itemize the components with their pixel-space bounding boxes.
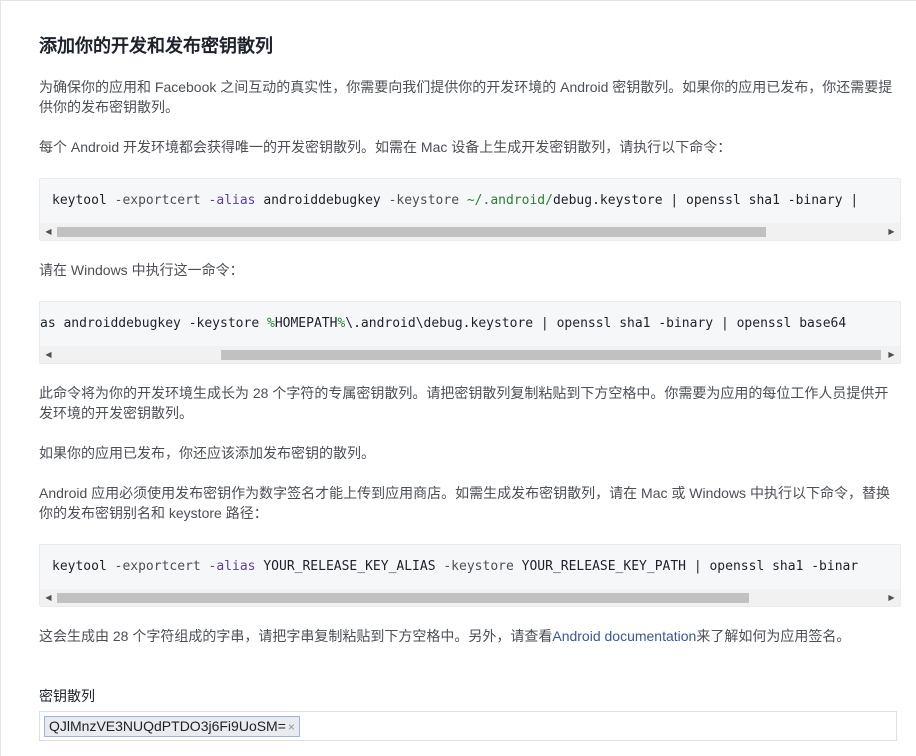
cmd-rest: YOUR_RELEASE_KEY_PATH | openssl sha1 -bi… bbox=[521, 559, 859, 574]
page-title: 添加你的开发和发布密钥散列 bbox=[39, 36, 273, 56]
cmd-exportcert: -exportcert bbox=[114, 193, 209, 208]
outro-before-link: 这会生成由 28 个字符组成的字串，请把字串复制粘贴到下方空格中。另外，请查看 bbox=[39, 628, 553, 644]
key-hashes-label: 密钥散列 bbox=[39, 688, 95, 704]
cmd-alias-value: androiddebugkey bbox=[263, 193, 389, 208]
cmd-homepath: HOMEPATH bbox=[274, 316, 338, 331]
scroll-left-icon[interactable]: ◀ bbox=[40, 223, 57, 240]
cmd-percent-open: % bbox=[266, 316, 275, 331]
outro-after-link: 来了解如何为应用签名。 bbox=[696, 628, 851, 644]
scroll-left-icon[interactable]: ◀ bbox=[40, 346, 57, 363]
cmd-keystore: -keystore bbox=[443, 559, 522, 574]
cmd-exportcert: -exportcert bbox=[114, 559, 209, 574]
windows-command-box[interactable]: as androiddebugkey -keystore %HOMEPATH%\… bbox=[39, 301, 901, 364]
cmd-path: ~/.android/ bbox=[466, 193, 553, 208]
cmd-alias-value: YOUR_RELEASE_KEY_ALIAS bbox=[263, 559, 444, 574]
intro-text: 为确保你的应用和 Facebook 之间互动的真实性，你需要向我们提供你的开发环… bbox=[39, 79, 893, 115]
android-documentation-link[interactable]: Android documentation bbox=[552, 628, 696, 644]
scroll-thumb[interactable] bbox=[221, 350, 881, 360]
release-note: 如果你的应用已发布，你还应该添加发布密钥的散列。 bbox=[39, 445, 375, 461]
mac-command-scrollbar[interactable]: ◀ ▶ bbox=[40, 223, 900, 240]
release-command-box[interactable]: keytool -exportcert -alias YOUR_RELEASE_… bbox=[39, 544, 901, 607]
release-command-scrollbar[interactable]: ◀ ▶ bbox=[40, 589, 900, 606]
key-hash-token[interactable]: QJlMnzVE3NUQdPTDO3j6Fi9UoSM= × bbox=[44, 716, 300, 737]
mac-command-text[interactable]: keytool -exportcert -alias androiddebugk… bbox=[52, 192, 858, 210]
outro-text: 这会生成由 28 个字符组成的字串，请把字串复制粘贴到下方空格中。另外，请查看A… bbox=[39, 626, 901, 646]
cmd-rest: \.android\debug.keystore | openssl sha1 … bbox=[345, 316, 847, 331]
cmd-prefix: as androiddebugkey -keystore bbox=[40, 316, 267, 331]
page: 添加你的开发和发布密钥散列 为确保你的应用和 Facebook 之间互动的真实性… bbox=[0, 0, 916, 756]
key-hashes-input[interactable]: QJlMnzVE3NUQdPTDO3j6Fi9UoSM= × bbox=[39, 711, 897, 741]
scroll-thumb[interactable] bbox=[57, 227, 766, 237]
windows-instruction: 请在 Windows 中执行这一命令： bbox=[39, 262, 244, 278]
release-instruction: Android 应用必须使用发布密钥作为数字签名才能上传到应用商店。如需生成发布… bbox=[39, 485, 890, 521]
hash-note: 此命令将为你的开发环境生成长为 28 个字符的专属密钥散列。请把密钥散列复制粘贴… bbox=[39, 385, 889, 421]
key-hash-token-text: QJlMnzVE3NUQdPTDO3j6Fi9UoSM= bbox=[49, 718, 286, 734]
cmd-keystore: -keystore bbox=[388, 193, 467, 208]
remove-token-icon[interactable]: × bbox=[288, 720, 295, 734]
scroll-right-icon[interactable]: ▶ bbox=[883, 223, 900, 240]
mac-instruction: 每个 Android 开发环境都会获得唯一的开发密钥散列。如需在 Mac 设备上… bbox=[39, 139, 732, 155]
scroll-right-icon[interactable]: ▶ bbox=[883, 589, 900, 606]
scroll-right-icon[interactable]: ▶ bbox=[883, 346, 900, 363]
cmd-keytool: keytool bbox=[52, 193, 115, 208]
scroll-thumb[interactable] bbox=[57, 593, 749, 603]
cmd-keytool: keytool bbox=[52, 559, 115, 574]
windows-command-scrollbar[interactable]: ◀ ▶ bbox=[40, 346, 900, 363]
windows-command-text[interactable]: as androiddebugkey -keystore %HOMEPATH%\… bbox=[40, 315, 846, 333]
cmd-alias: -alias bbox=[208, 559, 264, 574]
release-command-text[interactable]: keytool -exportcert -alias YOUR_RELEASE_… bbox=[52, 558, 858, 576]
mac-command-box[interactable]: keytool -exportcert -alias androiddebugk… bbox=[39, 178, 901, 241]
cmd-rest: debug.keystore | openssl sha1 -binary | bbox=[552, 193, 859, 208]
cmd-alias: -alias bbox=[208, 193, 264, 208]
scroll-left-icon[interactable]: ◀ bbox=[40, 589, 57, 606]
